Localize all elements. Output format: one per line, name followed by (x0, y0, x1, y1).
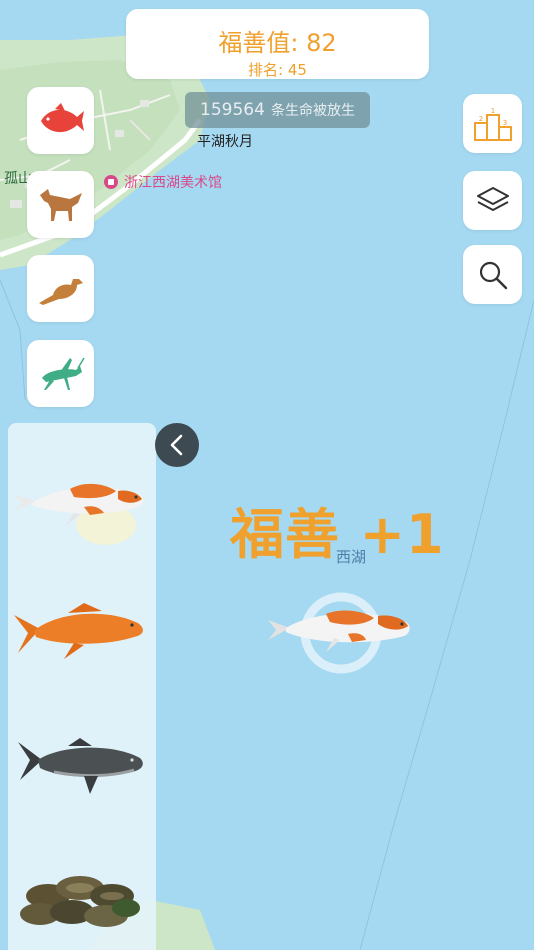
svg-text:1: 1 (490, 107, 494, 115)
search-icon (479, 261, 507, 289)
layers-button[interactable] (463, 171, 522, 230)
category-mammal-button[interactable] (27, 171, 94, 238)
species-item-clams[interactable] (14, 866, 148, 936)
species-item-carp[interactable] (14, 736, 148, 798)
bird-icon (38, 278, 83, 305)
release-counter: 159564 条生命被放生 (185, 92, 370, 128)
clams-icon (20, 876, 140, 927)
category-bird-button[interactable] (27, 255, 94, 322)
map-label-pinghu: 平湖秋月 (197, 134, 253, 150)
layers-icon (476, 186, 509, 211)
svg-text:2: 2 (478, 115, 482, 123)
category-insect-button[interactable] (27, 340, 94, 407)
merit-score: 福善值: 82 (218, 29, 337, 57)
popup-location: 西湖 (336, 548, 367, 566)
svg-text:3: 3 (502, 119, 506, 127)
species-item-goldfish[interactable] (14, 603, 148, 667)
category-fish-button[interactable] (27, 87, 94, 154)
goldfish-icon (14, 603, 143, 659)
fox-icon (39, 188, 82, 221)
chevron-left-icon (170, 434, 183, 456)
release-count-suffix: 条生命被放生 (270, 103, 355, 119)
merit-score-card: 福善值: 82 排名: 45 (126, 9, 429, 79)
search-button[interactable] (463, 245, 522, 304)
released-koi-marker[interactable] (266, 588, 416, 678)
carp-fish-icon (18, 738, 143, 794)
species-item-koi[interactable] (14, 473, 148, 545)
release-count: 159564 (200, 100, 265, 120)
map-poi-museum[interactable]: 浙江西湖美术馆 (104, 172, 222, 192)
rank-label: 排名: 45 (248, 61, 307, 79)
grasshopper-icon (41, 357, 85, 390)
ranking-button[interactable]: 1 2 3 (463, 94, 522, 153)
museum-label: 浙江西湖美术馆 (124, 175, 222, 191)
fish-icon (40, 102, 84, 132)
museum-pin-icon (104, 175, 118, 189)
koi-fish-icon (14, 483, 144, 545)
podium-icon: 1 2 3 (473, 107, 512, 141)
collapse-panel-button[interactable] (155, 423, 199, 467)
